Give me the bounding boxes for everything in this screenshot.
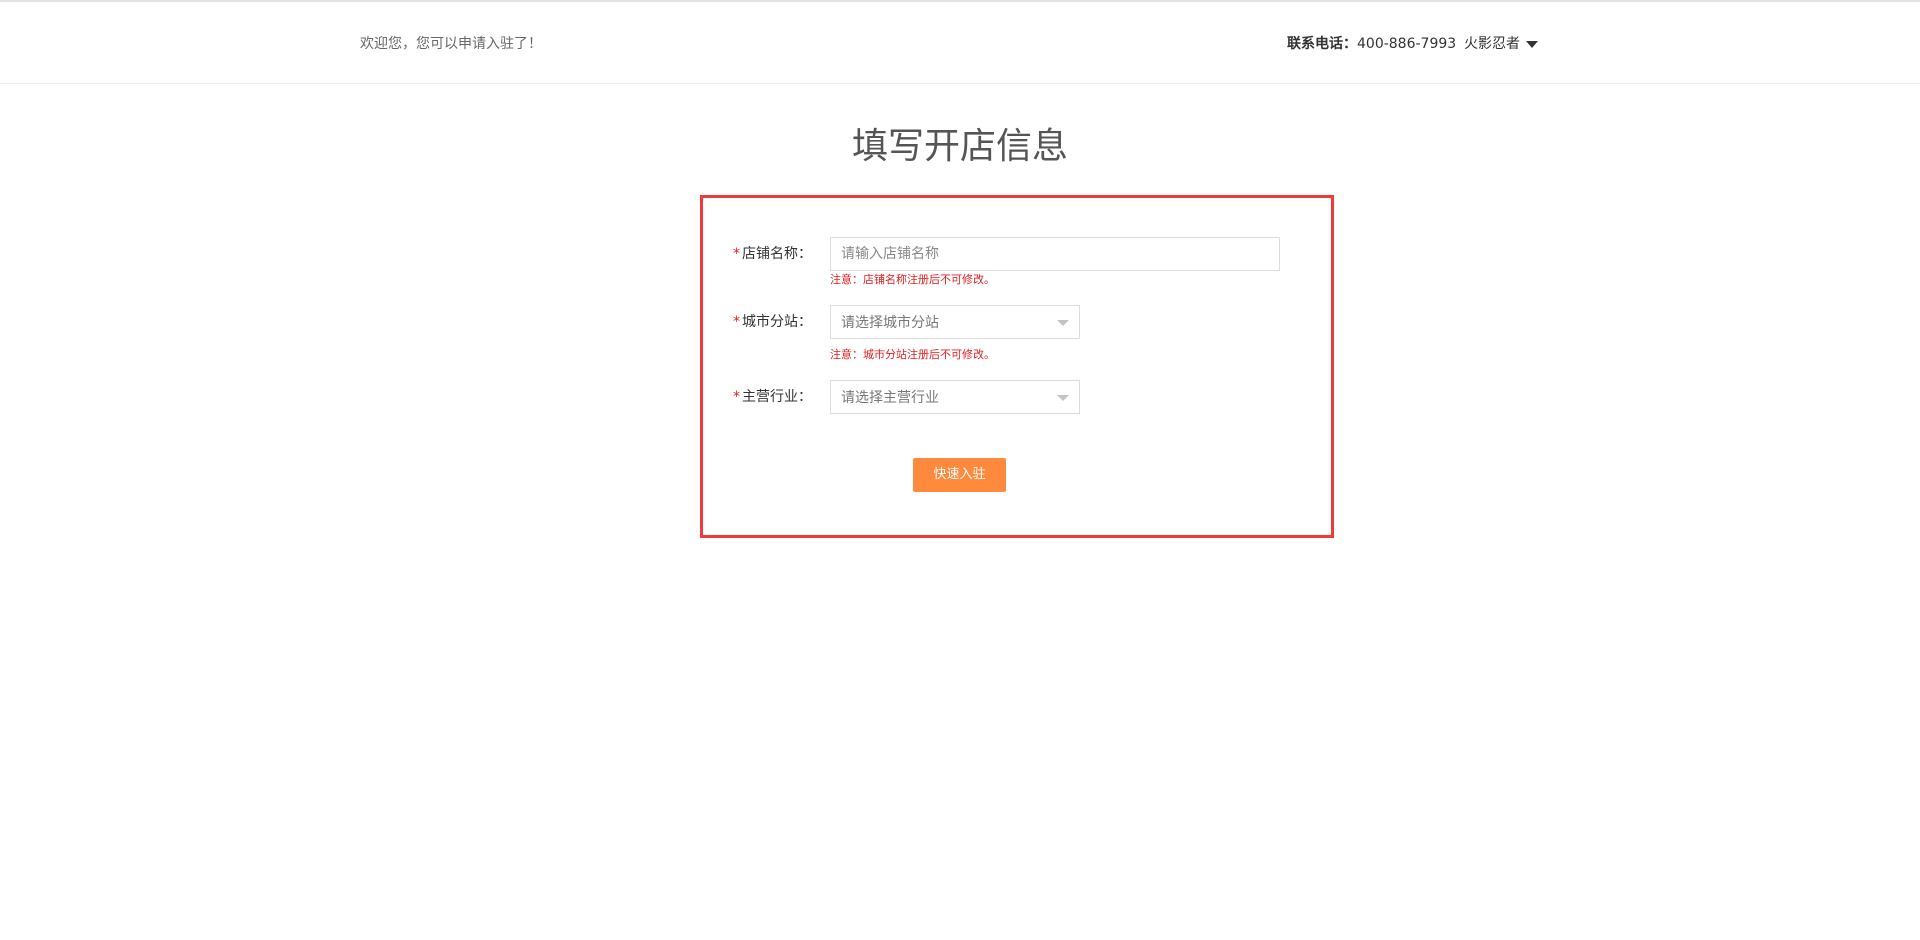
page-title: 填写开店信息 bbox=[851, 126, 1068, 167]
required-mark: * bbox=[733, 389, 740, 405]
city-station-label-text: 城市分站： bbox=[742, 314, 812, 330]
city-station-selected: 请选择城市分站 bbox=[841, 315, 939, 331]
city-station-select[interactable]: 请选择城市分站 bbox=[830, 305, 1080, 339]
main-industry-select[interactable]: 请选择主营行业 bbox=[830, 380, 1080, 414]
required-mark: * bbox=[733, 246, 740, 262]
quick-join-button[interactable]: 快速入驻 bbox=[913, 458, 1006, 492]
city-station-label: * 城市分站： bbox=[692, 312, 812, 332]
main-industry-label: * 主营行业： bbox=[692, 387, 812, 407]
main-industry-selected: 请选择主营行业 bbox=[841, 390, 939, 406]
shop-name-label: * 店铺名称： bbox=[692, 244, 812, 264]
shop-name-label-text: 店铺名称： bbox=[742, 246, 812, 262]
contact-info: 联系电话：400-886-7993 bbox=[1287, 34, 1456, 54]
contact-phone: 400-886-7993 bbox=[1357, 36, 1457, 52]
city-station-notice: 注意：城市分站注册后不可修改。 bbox=[830, 348, 995, 361]
required-mark: * bbox=[733, 314, 740, 330]
chevron-down-icon bbox=[1057, 320, 1069, 326]
chevron-down-icon bbox=[1057, 395, 1069, 401]
username: 火影忍者 bbox=[1464, 36, 1520, 52]
shop-name-notice: 注意：店铺名称注册后不可修改。 bbox=[830, 273, 995, 286]
caret-down-icon bbox=[1526, 40, 1538, 48]
main-industry-label-text: 主营行业： bbox=[742, 389, 812, 405]
shop-name-input[interactable] bbox=[830, 237, 1280, 271]
welcome-text: 欢迎您，您可以申请入驻了！ bbox=[360, 36, 542, 52]
top-bar: 欢迎您，您可以申请入驻了！ 联系电话：400-886-7993 火影忍者 bbox=[0, 2, 1920, 84]
user-menu[interactable]: 火影忍者 bbox=[1464, 34, 1538, 54]
contact-label: 联系电话： bbox=[1287, 36, 1357, 52]
